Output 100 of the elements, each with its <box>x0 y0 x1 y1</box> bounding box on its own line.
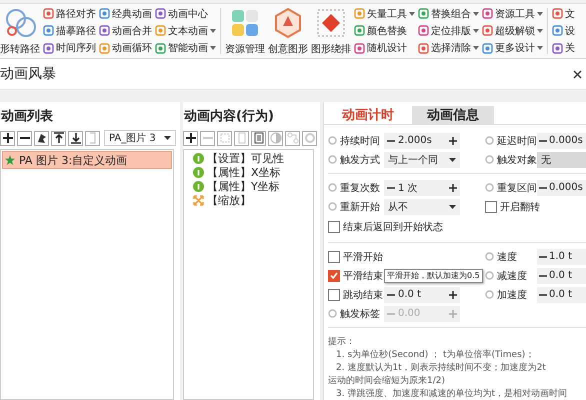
ribbon-button[interactable]: 时间序列 <box>43 40 96 56</box>
list-item[interactable]: 【属性】X坐标 <box>207 164 281 180</box>
checkbox[interactable] <box>328 221 340 233</box>
document-icon <box>252 131 266 145</box>
toolbar-button[interactable] <box>17 130 32 146</box>
caret-icon <box>449 158 456 162</box>
checkbox[interactable] <box>328 270 340 282</box>
ribbon-button[interactable]: 描摹路径 <box>43 23 96 38</box>
caret-icon <box>449 204 456 208</box>
field-label: 速度 <box>497 250 517 264</box>
ribbon-button[interactable]: 关 <box>552 40 575 56</box>
ribbon-button[interactable]: 路径对齐 <box>43 6 96 22</box>
option-icon <box>485 183 494 192</box>
tool-icon <box>354 42 365 54</box>
field-label: 触发标签 <box>340 308 380 320</box>
arrows-icon <box>193 194 204 206</box>
text-field[interactable]: 无 <box>537 152 586 168</box>
contrast-icon <box>268 131 282 145</box>
field-label: 加速度 <box>497 288 527 302</box>
checkbox[interactable] <box>485 200 497 212</box>
tool-icon <box>482 25 493 36</box>
info-icon <box>193 166 204 178</box>
option-icon <box>485 290 494 299</box>
field-label: 触发方式 <box>340 154 380 166</box>
toolbar-button[interactable] <box>0 130 15 146</box>
toolbar-button[interactable] <box>51 130 66 146</box>
dropdown[interactable]: 与上一个同 <box>384 152 460 168</box>
ribbon-button[interactable]: 替换组合 <box>418 6 479 22</box>
checkbox[interactable] <box>328 250 340 262</box>
field-label: 重复区间 <box>497 182 537 194</box>
ribbon-button[interactable]: 更多设计 <box>482 40 543 56</box>
tool-icon <box>418 42 429 54</box>
ribbon-button[interactable]: 经典动画 <box>99 6 152 22</box>
ribbon-button[interactable]: 超级解锁 <box>482 23 543 38</box>
spin-field[interactable]: 0.0 t <box>537 268 586 284</box>
checkbox-label: 开启翻转 <box>500 200 540 214</box>
tool-icon <box>4 6 36 38</box>
option-icon <box>485 252 494 261</box>
tool-icon <box>354 8 365 20</box>
spin-field[interactable]: 2.000s <box>384 132 460 148</box>
ribbon-button[interactable]: 创意图形 <box>268 4 308 58</box>
tool-icon <box>155 42 166 54</box>
ribbon-button[interactable]: 定位排版 <box>418 23 479 38</box>
field-label: 持续时间 <box>340 134 380 148</box>
ribbon-button[interactable]: 文本动画 <box>155 23 216 38</box>
spin-field[interactable]: 0.000s <box>537 180 586 196</box>
list-item[interactable]: 【缩放】 <box>207 192 251 208</box>
ribbon-button[interactable]: 资源管理 <box>225 4 265 58</box>
tool-icon <box>99 42 110 54</box>
hint-text: 1. s为单位秒(Second) ； t为单位倍率(Times)； <box>335 349 536 362</box>
caret-icon <box>537 12 543 16</box>
panel-heading: 动画内容(行为) <box>183 108 275 126</box>
plus-icon <box>449 310 457 318</box>
ribbon-button[interactable]: 颜色替换 <box>354 23 415 38</box>
list-item[interactable]: 【属性】Y坐标 <box>207 178 280 194</box>
caret-icon <box>210 28 216 33</box>
ribbon-button[interactable]: 形转路径 <box>0 4 40 58</box>
spin-field[interactable]: 0.000s <box>537 132 586 148</box>
option-icon <box>485 271 494 280</box>
checkbox-label: 平滑结束 <box>343 270 383 282</box>
spin-field[interactable]: 0.0 t <box>384 286 460 302</box>
tab[interactable]: 动画信息 <box>412 106 494 124</box>
option-icon <box>328 155 337 164</box>
ribbon-button[interactable]: 文 <box>552 6 575 22</box>
ribbon-button[interactable]: 选择清除 <box>418 40 479 56</box>
tool-icon <box>482 42 493 54</box>
list-item[interactable]: 【设置】可见性 <box>207 150 284 166</box>
caret-icon <box>164 136 171 140</box>
toolbar-button[interactable] <box>68 130 83 146</box>
info-icon <box>193 180 204 192</box>
plus-icon <box>449 136 457 144</box>
ribbon-button[interactable]: 资源工具 <box>482 6 543 22</box>
ribbon-button[interactable]: 智能动画 <box>155 40 216 56</box>
spin-field[interactable]: 1 次 <box>384 180 460 196</box>
tool-icon <box>418 25 429 36</box>
ribbon-button[interactable]: 动画中心 <box>155 6 216 22</box>
shape-dropdown[interactable]: PA_图片 3 <box>104 130 176 146</box>
field-label: 触发对象 <box>497 154 537 166</box>
spin-field[interactable]: 0.0 t <box>537 286 586 302</box>
tool-icon <box>315 6 347 38</box>
toolbar-button[interactable] <box>251 130 266 146</box>
ribbon-button[interactable]: 动画循环 <box>99 40 152 56</box>
checkbox[interactable] <box>328 288 340 300</box>
field-label: 延迟时间 <box>497 134 537 148</box>
spin-field[interactable]: 1.0 t <box>537 248 586 264</box>
dropdown[interactable]: 从不 <box>384 198 460 214</box>
ribbon-button[interactable]: 设 <box>552 23 575 38</box>
toolbar-button[interactable] <box>183 130 198 146</box>
plus-icon <box>184 131 198 145</box>
option-icon <box>485 136 494 145</box>
ribbon-button[interactable]: 随机设计 <box>354 40 415 56</box>
plus-icon <box>0 131 14 145</box>
list-item[interactable]: PA 图片 3:自定义动画 <box>2 151 172 169</box>
caret-icon <box>210 46 216 50</box>
ribbon-button[interactable]: 动画合并 <box>99 23 152 38</box>
checkbox-label: 结束后返回到开始状态 <box>343 220 443 234</box>
ribbon-button[interactable]: 矢量工具 <box>354 6 415 22</box>
frame-icon <box>218 131 232 145</box>
hint-text: 2. 速度默认为1t，则表示持续时间不变；加速度为2t <box>335 362 547 375</box>
ribbon-button[interactable]: 图形绕排 <box>311 4 351 58</box>
